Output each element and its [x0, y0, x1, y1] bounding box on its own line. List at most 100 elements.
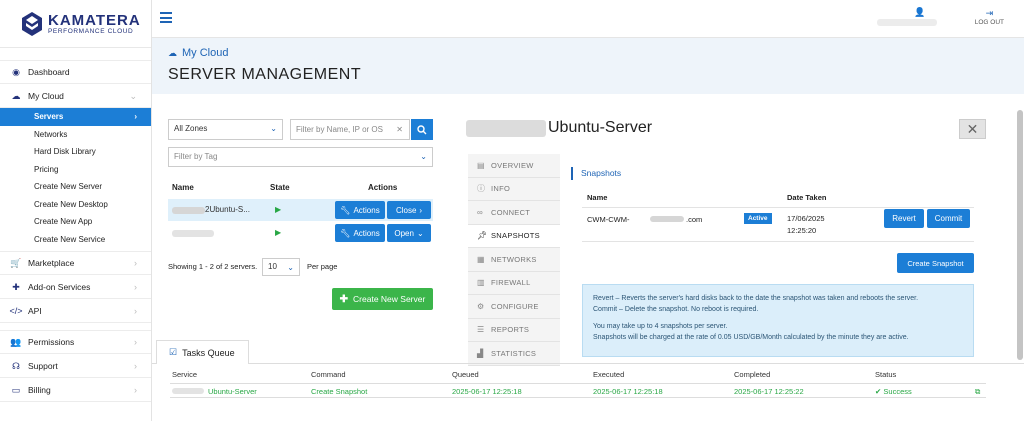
sidebar-item-api[interactable]: </> API › — [0, 299, 151, 323]
zone-select[interactable]: All Zones ⌄ — [168, 119, 283, 140]
cloud-icon: ☁ — [11, 90, 21, 101]
tab-label: SNAPSHOTS — [491, 231, 540, 241]
sidebar-item-permissions[interactable]: 👥 Permissions › — [0, 330, 151, 354]
page-header: ☁ My Cloud SERVER MANAGEMENT — [152, 38, 1024, 94]
puzzle-icon: ✚ — [12, 281, 20, 292]
snapshot-date-value: 17/06/2025 — [787, 214, 825, 223]
zone-select-value: All Zones — [174, 124, 208, 133]
close-icon: ✕ — [966, 120, 979, 137]
credit-card-icon: ▭ — [11, 384, 21, 395]
brand-name: KAMATERA — [48, 11, 141, 29]
tab-label: STATISTICS — [491, 348, 537, 358]
sidebar-subitem-hard-disk-library[interactable]: Hard Disk Library — [0, 143, 151, 161]
sidebar-item-label: API — [28, 306, 42, 316]
column-header-status: Status — [875, 370, 897, 379]
server-close-button[interactable]: Close › — [387, 201, 431, 219]
sidebar-item-my-cloud[interactable]: ☁ My Cloud ⌄ — [0, 84, 151, 108]
server-open-button[interactable]: Open ⌄ — [387, 224, 431, 242]
link-icon: ∞ — [477, 207, 484, 217]
network-icon: ▦ — [477, 254, 485, 264]
sidebar-item-dashboard[interactable]: ◉ Dashboard — [0, 60, 151, 84]
firewall-icon: ▥ — [477, 278, 485, 288]
task-completed: 2025-06-17 12:25:22 — [734, 387, 804, 396]
per-page-label: Per page — [307, 262, 338, 271]
tab-statistics[interactable]: ▟ STATISTICS — [468, 342, 560, 366]
snapshot-name-redacted — [650, 216, 684, 222]
tag-filter-select[interactable]: Filter by Tag ⌄ — [168, 147, 433, 167]
sidebar-subitem-servers[interactable]: Servers › — [0, 108, 151, 126]
server-filter-search: ✕ — [290, 119, 410, 140]
breadcrumb[interactable]: ☁ My Cloud — [168, 47, 228, 59]
external-link-icon[interactable]: ⧉ — [975, 387, 980, 397]
server-row[interactable]: 2Ubuntu-S... ▶ 🔧︎ Actions Close › — [168, 199, 433, 221]
logout-button[interactable]: ⇥ LOG OUT — [975, 8, 1004, 26]
status-badge: Active — [744, 213, 772, 224]
sidebar-item-label: Billing — [28, 385, 51, 395]
server-row[interactable]: ▶ 🔧︎ Actions Open ⌄ — [168, 222, 433, 244]
tab-label: OVERVIEW — [491, 160, 534, 170]
info-icon: ⓘ — [477, 184, 486, 194]
tab-label: CONFIGURE — [491, 301, 539, 311]
sidebar-subitem-create-new-desktop[interactable]: Create New Desktop — [0, 196, 151, 214]
tab-info[interactable]: ⓘ INFO — [468, 177, 560, 201]
sidebar-item-add-on-services[interactable]: ✚ Add-on Services › — [0, 275, 151, 299]
headset-icon: ☊ — [12, 360, 20, 371]
info-line: You may take up to 4 snapshots per serve… — [593, 323, 728, 330]
logo[interactable]: KAMATERA PERFORMANCE CLOUD — [0, 0, 151, 48]
tab-tasks-queue[interactable]: ☑ Tasks Queue — [156, 340, 249, 364]
tab-label: CONNECT — [491, 207, 531, 217]
sidebar-item-billing[interactable]: ▭ Billing › — [0, 378, 151, 402]
clear-icon[interactable]: ✕ — [396, 125, 403, 134]
create-server-label: Create New Server — [353, 294, 426, 304]
tab-reports[interactable]: ☰ REPORTS — [468, 318, 560, 342]
tab-networks[interactable]: ▦ NETWORKS — [468, 248, 560, 272]
sidebar-subitem-create-new-app[interactable]: Create New App — [0, 213, 151, 231]
chevron-down-icon: ⌄ — [420, 152, 427, 161]
sidebar-item-marketplace[interactable]: 🛒 Marketplace › — [0, 251, 151, 275]
checkbox-icon: ☑ — [169, 347, 178, 357]
hamburger-menu-icon[interactable] — [160, 12, 172, 26]
plus-icon: ✚ — [339, 293, 349, 305]
create-new-server-button[interactable]: ✚ Create New Server — [332, 288, 433, 310]
sidebar-subitem-create-new-service[interactable]: Create New Service — [0, 231, 151, 249]
topbar: 👤 ⇥ LOG OUT — [152, 0, 1024, 38]
pagination-summary: Showing 1 - 2 of 2 servers. — [168, 262, 258, 271]
revert-button[interactable]: Revert — [884, 209, 924, 228]
chevron-right-icon: › — [134, 337, 137, 347]
sidebar-subitem-label: Servers — [34, 112, 64, 122]
snapshot-name-prefix: CWM-CWM- — [587, 215, 630, 224]
tab-configure[interactable]: ⚙ CONFIGURE — [468, 295, 560, 319]
chevron-down-icon: ⌄ — [416, 228, 424, 238]
sidebar-nav: ◉ Dashboard ☁ My Cloud ⌄ Servers › Netwo… — [0, 60, 151, 402]
commit-button[interactable]: Commit — [927, 209, 970, 228]
close-detail-button[interactable]: ✕ — [959, 119, 986, 139]
running-state-icon: ▶ — [275, 205, 282, 214]
column-header-name: Name — [172, 183, 194, 192]
sidebar-item-label: Dashboard — [28, 67, 70, 77]
column-header-service: Service — [172, 370, 198, 379]
sidebar-subitem-pricing[interactable]: Pricing — [0, 161, 151, 179]
gears-icon: ⚙ — [477, 301, 485, 311]
snapshot-date: 17/06/2025 12:25:20 — [787, 213, 825, 237]
per-page-select[interactable]: 10 ⌄ — [262, 258, 300, 276]
snapshot-name-suffix: .com — [686, 215, 703, 224]
tab-snapshots[interactable]: 📌︎ SNAPSHOTS — [468, 224, 560, 248]
server-actions-button[interactable]: 🔧︎ Actions — [335, 201, 385, 219]
tab-firewall[interactable]: ▥ FIREWALL — [468, 271, 560, 295]
scrollbar[interactable] — [1017, 110, 1023, 360]
sidebar-subitem-create-new-server[interactable]: Create New Server — [0, 178, 151, 196]
running-state-icon: ▶ — [275, 228, 282, 237]
tab-connect[interactable]: ∞ CONNECT — [468, 201, 560, 225]
search-button[interactable] — [411, 119, 433, 140]
create-snapshot-button[interactable]: Create Snapshot — [897, 253, 974, 273]
sidebar-item-label: Permissions — [28, 337, 75, 347]
sidebar-item-label: My Cloud — [28, 91, 64, 101]
column-header-name: Name — [587, 193, 608, 202]
search-input[interactable] — [291, 120, 395, 139]
tab-label: INFO — [491, 184, 511, 194]
sidebar-item-support[interactable]: ☊ Support › — [0, 354, 151, 378]
sidebar-subitem-networks[interactable]: Networks — [0, 126, 151, 144]
server-actions-button[interactable]: 🔧︎ Actions — [335, 224, 385, 242]
tab-overview[interactable]: ▤ OVERVIEW — [468, 154, 560, 178]
user-icon[interactable]: 👤 — [914, 7, 925, 18]
